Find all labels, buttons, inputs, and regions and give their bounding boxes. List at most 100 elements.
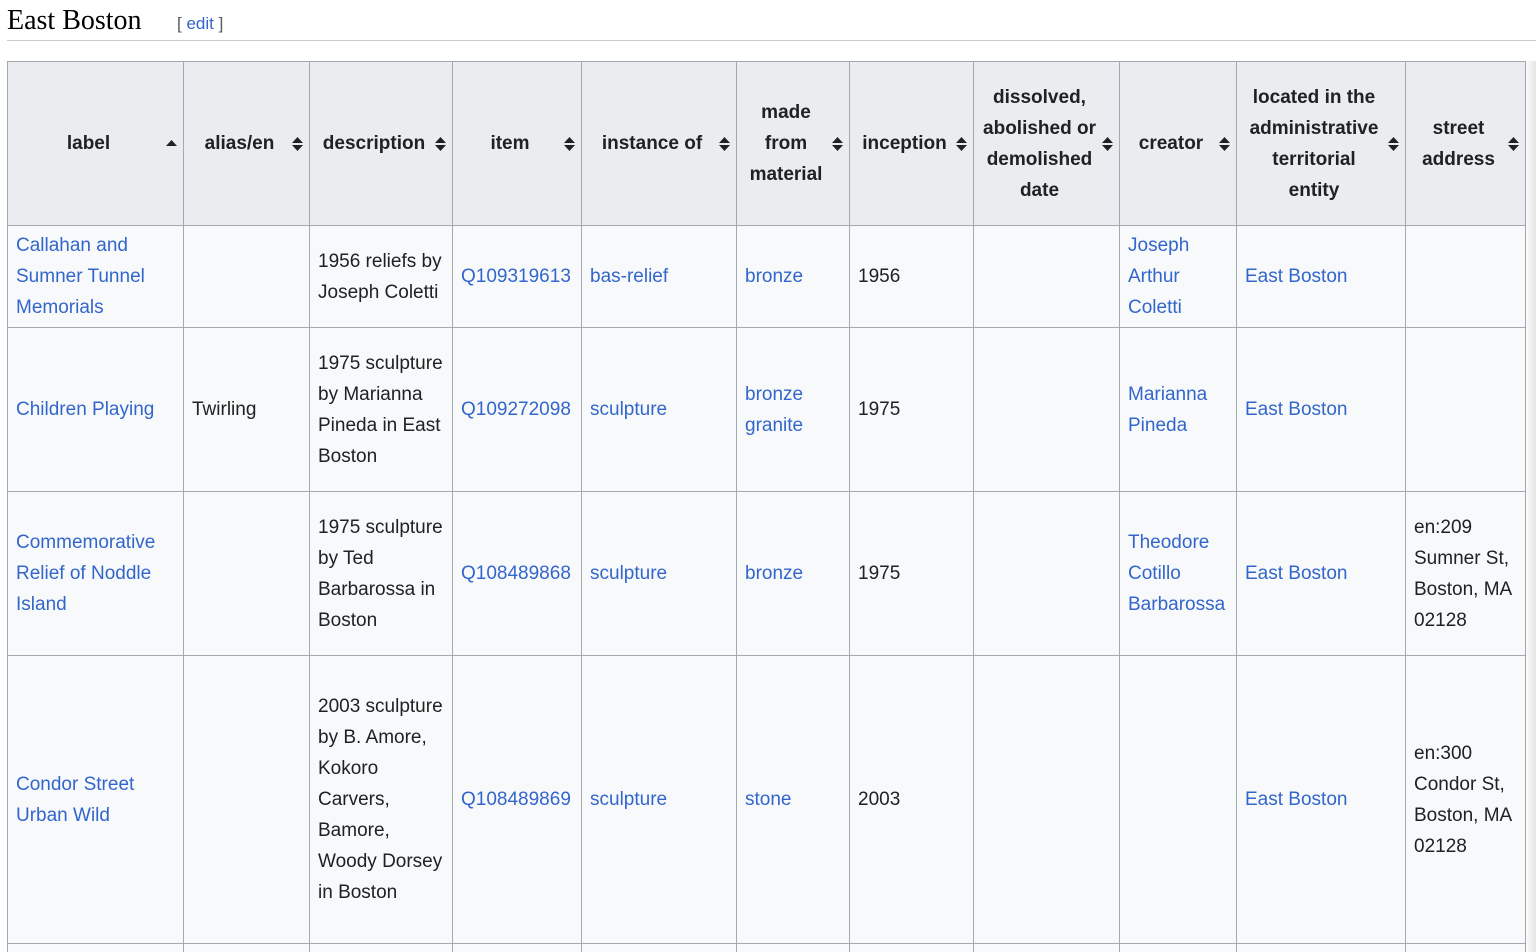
cell-street-address (1405, 943, 1526, 952)
column-header-instance-of[interactable]: instance of (581, 61, 737, 226)
column-header-creator[interactable]: creator (1119, 61, 1237, 226)
cell-instance-of: bas-relief (581, 225, 737, 328)
creator-link[interactable]: Joseph Arthur Coletti (1128, 235, 1189, 318)
cell-item: Q108489868 (452, 491, 582, 656)
instance-of-link[interactable]: sculpture (590, 399, 667, 420)
table-row: Children Playing Twirling 1975 sculpture… (7, 327, 1526, 492)
cell-located-in (1236, 943, 1406, 952)
cell-dissolved (973, 655, 1120, 944)
section-title: East Boston (7, 5, 142, 36)
cell-inception: 1956 (849, 225, 974, 328)
creator-link[interactable]: Theodore Cotillo Barbarossa (1128, 532, 1225, 615)
scroll-edge-shadow (1524, 61, 1536, 952)
header-row: label alias/en description item instance… (7, 61, 1526, 226)
creator-link[interactable]: Marianna Pineda (1128, 384, 1207, 436)
located-in-link[interactable]: East Boston (1245, 563, 1347, 584)
sort-both-icon (1219, 136, 1230, 151)
label-link[interactable]: Callahan and Sumner Tunnel Memorials (16, 235, 145, 318)
material-link[interactable]: bronze (745, 266, 803, 287)
cell-creator (1119, 943, 1237, 952)
cell-inception: 2003 (849, 655, 974, 944)
cell-label: Condor Street Urban Wild (7, 655, 184, 944)
edit-link[interactable]: edit (186, 14, 213, 33)
column-header-alias[interactable]: alias/en (183, 61, 310, 226)
material-link[interactable]: bronze (745, 563, 803, 584)
edit-bracket-close: ] (218, 14, 224, 33)
cell-description (309, 943, 453, 952)
edit-section: [ edit ] (177, 14, 223, 34)
cell-alias (183, 655, 310, 944)
item-link[interactable]: Q109272098 (461, 399, 571, 420)
material-link[interactable]: stone (745, 789, 791, 810)
column-header-located-in[interactable]: located in the administrative territoria… (1236, 61, 1406, 226)
cell-instance-of (581, 943, 737, 952)
item-link[interactable]: Q108489868 (461, 563, 571, 584)
located-in-link[interactable]: East Boston (1245, 399, 1347, 420)
column-header-text: located in the administrative territoria… (1249, 86, 1379, 201)
located-in-link[interactable]: East Boston (1245, 789, 1347, 810)
sort-both-icon (1388, 136, 1399, 151)
material-link[interactable]: bronze (745, 384, 803, 405)
cell-inception: 1975 (849, 491, 974, 656)
column-header-street-address[interactable]: street address (1405, 61, 1526, 226)
column-header-item[interactable]: item (452, 61, 582, 226)
located-in-link[interactable]: East Boston (1245, 266, 1347, 287)
sort-both-icon (719, 136, 730, 151)
cell-item: Q108489869 (452, 655, 582, 944)
cell-dissolved (973, 225, 1120, 328)
cell-alias: Twirling (183, 327, 310, 492)
column-header-description[interactable]: description (309, 61, 453, 226)
column-header-text: inception (862, 133, 947, 154)
sort-both-icon (564, 136, 575, 151)
cell-alias (183, 491, 310, 656)
column-header-label[interactable]: label (7, 61, 184, 226)
cell-instance-of: sculpture (581, 327, 737, 492)
instance-of-link[interactable]: sculpture (590, 789, 667, 810)
cell-instance-of: sculpture (581, 655, 737, 944)
column-header-material[interactable]: made from material (736, 61, 850, 226)
label-link[interactable]: Condor Street Urban Wild (16, 774, 134, 826)
column-header-dissolved[interactable]: dissolved, abolished or demolished date (973, 61, 1120, 226)
section-heading: East Boston [ edit ] (7, 2, 1536, 41)
column-header-text: creator (1138, 133, 1204, 154)
cell-creator: Marianna Pineda (1119, 327, 1237, 492)
item-link[interactable]: Q109319613 (461, 266, 571, 287)
cell-street-address: en:209 Sumner St, Boston, MA 02128 (1405, 491, 1526, 656)
column-header-text: dissolved, abolished or demolished date (983, 86, 1096, 201)
cell-located-in: East Boston (1236, 225, 1406, 328)
label-link[interactable]: Children Playing (16, 399, 154, 420)
cell-item (452, 943, 582, 952)
cell-label: Children Playing (7, 327, 184, 492)
cell-material: stone (736, 655, 850, 944)
table-row: Condor Street Urban Wild 2003 sculpture … (7, 655, 1526, 944)
edit-bracket-open: [ (177, 14, 182, 33)
cell-label: Commemorative Relief of Noddle Island (7, 491, 184, 656)
cell-alias (183, 225, 310, 328)
table-row: Callahan and Sumner Tunnel Memorials 195… (7, 225, 1526, 328)
column-header-text: alias/en (204, 133, 275, 154)
cell-dissolved (973, 943, 1120, 952)
instance-of-link[interactable]: sculpture (590, 563, 667, 584)
cell-located-in: East Boston (1236, 491, 1406, 656)
column-header-text: street address (1422, 117, 1495, 170)
cell-material (736, 943, 850, 952)
cell-inception (849, 943, 974, 952)
cell-located-in: East Boston (1236, 327, 1406, 492)
cell-description: 1975 sculpture by Marianna Pineda in Eas… (309, 327, 453, 492)
item-link[interactable]: Q108489869 (461, 789, 571, 810)
cell-item: Q109319613 (452, 225, 582, 328)
cell-material: bronze (736, 225, 850, 328)
cell-street-address (1405, 225, 1526, 328)
cell-material: bronze (736, 491, 850, 656)
instance-of-link[interactable]: bas-relief (590, 266, 668, 287)
column-header-inception[interactable]: inception (849, 61, 974, 226)
cell-located-in: East Boston (1236, 655, 1406, 944)
sort-both-icon (1102, 136, 1113, 151)
sort-both-icon (435, 136, 446, 151)
cell-instance-of: sculpture (581, 491, 737, 656)
sort-both-icon (292, 136, 303, 151)
cell-label (7, 943, 184, 952)
label-link[interactable]: Commemorative Relief of Noddle Island (16, 532, 155, 615)
material-link[interactable]: granite (745, 415, 803, 436)
cell-label: Callahan and Sumner Tunnel Memorials (7, 225, 184, 328)
